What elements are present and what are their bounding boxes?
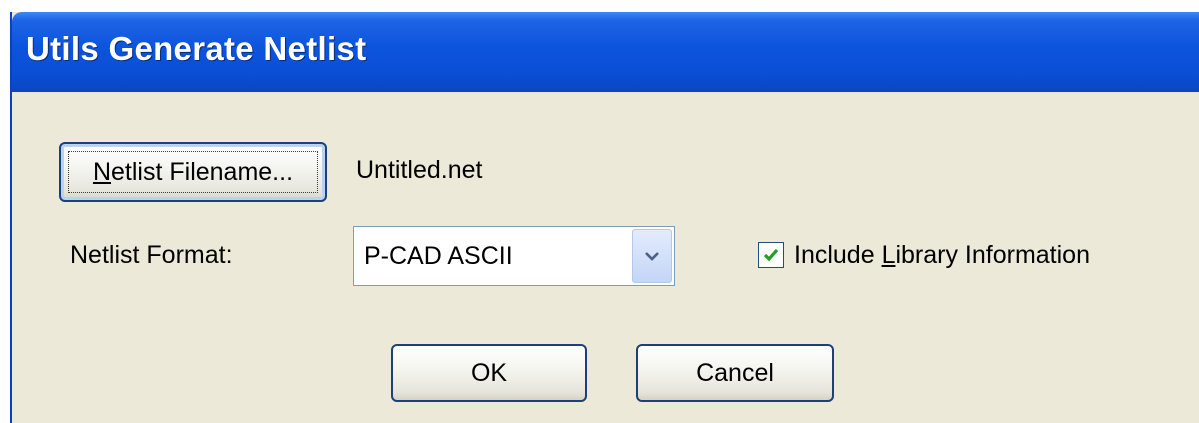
netlist-filename-value: Untitled.net bbox=[356, 156, 483, 184]
include-library-checkbox[interactable] bbox=[758, 242, 784, 268]
netlist-filename-button[interactable]: Netlist Filename... bbox=[59, 142, 327, 202]
title-bar[interactable]: Utils Generate Netlist bbox=[12, 12, 1199, 92]
ok-button[interactable]: OK bbox=[391, 344, 587, 402]
generate-netlist-dialog: Utils Generate Netlist Netlist Filename.… bbox=[10, 12, 1199, 423]
netlist-format-selected-value: P-CAD ASCII bbox=[364, 242, 513, 270]
netlist-format-label: Netlist Format: bbox=[70, 241, 233, 269]
checkmark-icon bbox=[763, 248, 779, 262]
chevron-down-icon bbox=[645, 252, 659, 261]
include-library-label[interactable]: Include Library Information bbox=[794, 241, 1090, 270]
window-title: Utils Generate Netlist bbox=[26, 30, 367, 67]
focus-rectangle bbox=[68, 151, 318, 193]
dropdown-button[interactable] bbox=[632, 229, 672, 283]
cancel-button[interactable]: Cancel bbox=[636, 344, 834, 402]
netlist-format-select[interactable]: P-CAD ASCII bbox=[353, 226, 675, 286]
